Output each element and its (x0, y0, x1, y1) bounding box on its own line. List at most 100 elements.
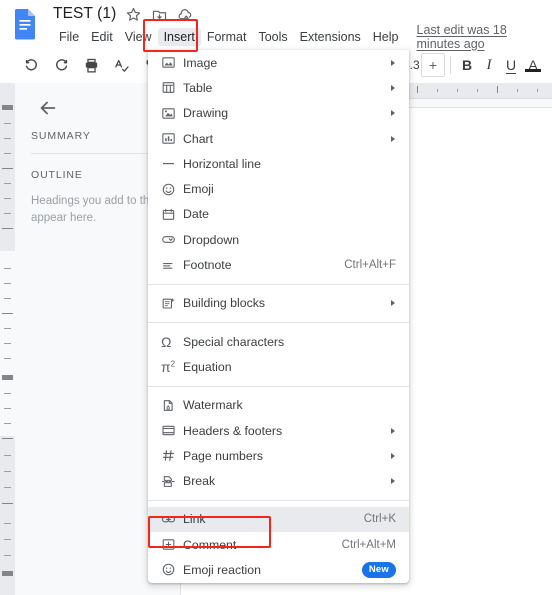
menu-extensions[interactable]: Extensions (294, 28, 367, 46)
menu-item-headers-footers[interactable]: Headers & footers (148, 418, 409, 443)
menu-item-watermark[interactable]: Watermark (148, 393, 409, 418)
menu-item-label: Chart (183, 131, 214, 146)
menu-item-label: Dropdown (183, 232, 240, 247)
menu-item-break[interactable]: Break (148, 468, 409, 493)
menu-item-special-characters[interactable]: Ω Special characters (148, 329, 409, 354)
redo-icon[interactable] (48, 52, 74, 78)
submenu-arrow-icon (391, 110, 395, 117)
menu-item-label: Headers & footers (183, 423, 283, 438)
menu-item-horizontal-line[interactable]: Horizontal line (148, 151, 409, 176)
menu-separator (148, 385, 409, 387)
menu-item-label: Link (183, 512, 206, 527)
outline-panel: SUMMARY OUTLINE Headings you add to the … (15, 83, 161, 595)
submenu-arrow-icon (391, 300, 395, 307)
outline-heading: OUTLINE (31, 169, 83, 181)
link-icon (161, 510, 183, 528)
cloud-status-icon[interactable] (177, 6, 194, 23)
menu-item-table[interactable]: Table (148, 75, 409, 100)
insert-dropdown-menu: Image Table Drawing Chart Horizontal lin… (148, 50, 409, 583)
submenu-arrow-icon (391, 427, 395, 434)
increase-font-size-button[interactable]: + (421, 53, 445, 77)
menu-item-building-blocks[interactable]: Building blocks (148, 291, 409, 316)
menu-separator (148, 283, 409, 285)
italic-button[interactable]: I (478, 57, 500, 74)
menu-view[interactable]: View (119, 28, 158, 46)
menu-item-shortcut: Ctrl+K (363, 513, 396, 526)
menu-item-dropdown[interactable]: Dropdown (148, 227, 409, 252)
menu-item-link[interactable]: Link Ctrl+K (148, 506, 409, 533)
menu-item-label: Equation (183, 359, 232, 374)
last-edit-status[interactable]: Last edit was 18 minutes ago (417, 23, 552, 51)
title-row: TEST (1) (53, 2, 194, 26)
submenu-arrow-icon (391, 452, 395, 459)
back-arrow-icon[interactable] (37, 97, 59, 119)
menu-item-label: Special characters (183, 334, 285, 349)
menu-item-label: Emoji reaction (183, 562, 261, 577)
menu-item-label: Building blocks (183, 296, 266, 311)
menu-item-label: Drawing (183, 106, 229, 121)
submenu-arrow-icon (391, 59, 395, 66)
omega-icon: Ω (161, 333, 172, 350)
watermark-icon (161, 396, 183, 414)
menu-bar: File Edit View Insert Format Tools Exten… (53, 23, 552, 51)
menu-format[interactable]: Format (201, 28, 253, 46)
google-docs-icon[interactable] (12, 8, 38, 40)
menu-item-label: Emoji (183, 182, 214, 197)
menu-item-drawing[interactable]: Drawing (148, 101, 409, 126)
table-icon (161, 79, 183, 97)
menu-file[interactable]: File (53, 28, 85, 46)
menu-item-label: Page numbers (183, 448, 263, 463)
menu-item-date[interactable]: Date (148, 202, 409, 227)
menu-item-label: Image (183, 55, 218, 70)
star-icon[interactable] (125, 6, 142, 23)
building-blocks-icon (161, 294, 183, 312)
menu-insert[interactable]: Insert (157, 27, 201, 46)
menu-help[interactable]: Help (367, 28, 405, 46)
menu-separator (148, 499, 409, 501)
menu-item-page-numbers[interactable]: Page numbers (148, 443, 409, 468)
menu-item-shortcut: Ctrl+Alt+F (344, 259, 396, 272)
menu-item-shortcut: Ctrl+Alt+M (341, 538, 396, 551)
emoji-icon (161, 180, 183, 198)
menu-item-label: Table (183, 80, 213, 95)
horizontal-line-icon (161, 155, 183, 173)
menu-item-label: Date (183, 207, 209, 222)
headers-footers-icon (161, 422, 183, 440)
new-badge: New (361, 562, 396, 578)
summary-heading: SUMMARY (31, 130, 91, 142)
menu-item-label: Break (183, 474, 216, 489)
toolbar-divider-2 (450, 56, 451, 74)
page-numbers-icon (161, 447, 183, 465)
menu-tools[interactable]: Tools (252, 28, 293, 46)
menu-separator (148, 321, 409, 323)
drawing-icon (161, 104, 183, 122)
footnote-icon (161, 256, 183, 274)
menu-item-emoji-reaction[interactable]: Emoji reaction New (148, 557, 409, 582)
underline-button[interactable]: U (500, 57, 522, 73)
toolbar-right-group: 14.3 + B I U A (395, 47, 544, 83)
menu-edit[interactable]: Edit (85, 28, 119, 46)
menu-item-equation[interactable]: π2 Equation (148, 354, 409, 379)
menu-item-footnote[interactable]: Footnote Ctrl+Alt+F (148, 252, 409, 277)
break-icon (161, 472, 183, 490)
menu-item-label: Horizontal line (183, 156, 261, 171)
menu-item-comment[interactable]: Comment Ctrl+Alt+M (148, 532, 409, 557)
bold-button[interactable]: B (456, 57, 478, 73)
vertical-ruler[interactable] (0, 83, 15, 595)
menu-item-image[interactable]: Image (148, 50, 409, 75)
undo-icon[interactable] (18, 52, 44, 78)
menu-item-chart[interactable]: Chart (148, 126, 409, 151)
text-color-button[interactable]: A (522, 57, 544, 73)
move-to-folder-icon[interactable] (151, 6, 168, 23)
menu-item-label: Comment (183, 537, 237, 552)
spelling-check-icon[interactable] (108, 52, 134, 78)
image-icon (161, 54, 183, 72)
equation-icon: π2 (161, 358, 176, 375)
print-icon[interactable] (78, 52, 104, 78)
chart-icon (161, 130, 183, 148)
menu-item-label: Footnote (183, 258, 232, 273)
document-title[interactable]: TEST (1) (53, 5, 116, 23)
dropdown-icon (161, 231, 183, 249)
submenu-arrow-icon (391, 135, 395, 142)
menu-item-emoji[interactable]: Emoji (148, 176, 409, 201)
